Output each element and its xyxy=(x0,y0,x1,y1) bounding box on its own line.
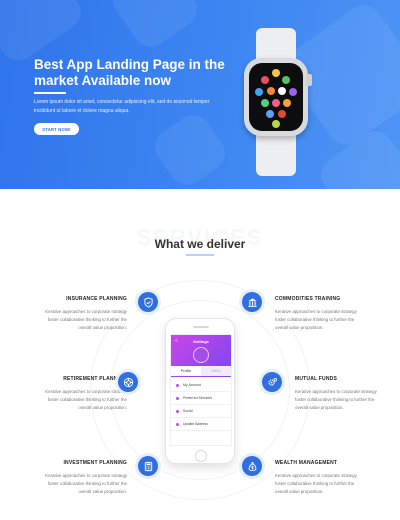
hero-decoration xyxy=(106,0,204,54)
app-icon xyxy=(267,87,275,95)
section-title: What we deliver xyxy=(154,237,246,251)
start-now-button[interactable]: START NOW! xyxy=(34,123,79,135)
app-icon xyxy=(282,76,290,84)
service-title: INVESTMENT PLANNING xyxy=(63,460,127,466)
app-icon xyxy=(283,99,291,107)
app-icon xyxy=(261,99,269,107)
hero-decoration xyxy=(148,108,232,189)
menu-bullet-icon xyxy=(176,383,179,387)
money-bag-icon xyxy=(242,456,262,476)
service-description: Kerative approaches to corporate strateg… xyxy=(275,309,357,330)
hero-description: Lorem ipsum dolor sit amet, consectetur … xyxy=(34,99,210,114)
phone-screen: < Settings Profile Menu My Account Prefe… xyxy=(170,334,232,446)
tab-menu: Menu xyxy=(201,366,231,376)
building-icon xyxy=(242,292,262,312)
menu-label: Social xyxy=(183,409,193,413)
phone-home-button xyxy=(195,450,207,462)
life-ring-icon xyxy=(118,372,138,392)
service-retirement-planning: RETIREMENT PLANNING Kerative approaches … xyxy=(37,376,127,412)
watch-crown xyxy=(306,74,312,86)
service-title: WEALTH MANAGEMENT xyxy=(275,460,338,466)
avatar xyxy=(193,347,209,363)
menu-bullet-icon xyxy=(176,409,179,413)
list-item: Update Address xyxy=(171,418,231,431)
list-item: Preferred Services xyxy=(171,392,231,405)
app-icon xyxy=(278,87,286,95)
service-description: Kerative approaches to corporate strateg… xyxy=(45,389,127,410)
settings-header: < Settings Profile Menu xyxy=(171,335,231,377)
app-icon xyxy=(272,69,280,77)
service-commodities-training: COMMODITIES TRAINING Kerative approaches… xyxy=(275,296,365,332)
cogs-icon xyxy=(262,372,282,392)
app-icon xyxy=(272,99,280,107)
app-icon xyxy=(278,110,286,118)
hero-title: Best App Landing Page in the market Avai… xyxy=(34,57,225,88)
app-icon xyxy=(255,88,263,96)
tab-profile: Profile xyxy=(171,366,201,376)
hero-section: Best App Landing Page in the market Avai… xyxy=(0,0,400,189)
list-item: My Account xyxy=(171,379,231,392)
app-icon xyxy=(261,76,269,84)
service-description: Kerative approaches to corporate strateg… xyxy=(45,309,127,330)
section-title-underline xyxy=(186,254,214,256)
shield-icon xyxy=(138,292,158,312)
menu-label: Preferred Services xyxy=(183,396,212,400)
list-item: Social xyxy=(171,405,231,418)
smartwatch-image xyxy=(234,28,324,178)
watch-screen xyxy=(249,63,303,131)
settings-title: Settings xyxy=(193,339,209,344)
service-investment-planning: INVESTMENT PLANNING Kerative approaches … xyxy=(37,460,127,496)
service-insurance-planning: INSURANCE PLANNING Kerative approaches t… xyxy=(37,296,127,332)
service-description: Kerative approaches to corporate strateg… xyxy=(275,473,357,494)
service-wealth-management: WEALTH MANAGEMENT Kerative approaches to… xyxy=(275,460,365,496)
service-description: Kerative approaches to corporate strateg… xyxy=(295,389,377,410)
app-icon xyxy=(266,110,274,118)
phone-mockup: < Settings Profile Menu My Account Prefe… xyxy=(165,318,235,464)
menu-bullet-icon xyxy=(176,422,179,426)
service-title: MUTUAL FUNDS xyxy=(295,376,338,382)
app-icon xyxy=(272,120,280,128)
menu-label: Update Address xyxy=(183,422,208,426)
service-mutual-funds: MUTUAL FUNDS Kerative approaches to corp… xyxy=(295,376,385,412)
settings-menu: My Account Preferred Services Social Upd… xyxy=(171,379,231,431)
service-description: Kerative approaches to corporate strateg… xyxy=(45,473,127,494)
calculator-icon xyxy=(138,456,158,476)
service-title: RETIREMENT PLANNING xyxy=(63,376,127,382)
service-title: INSURANCE PLANNING xyxy=(66,296,127,302)
profile-tabs: Profile Menu xyxy=(171,366,231,376)
service-title: COMMODITIES TRAINING xyxy=(275,296,341,302)
menu-bullet-icon xyxy=(176,396,179,400)
app-icon xyxy=(289,88,297,96)
menu-label: My Account xyxy=(183,383,202,387)
hero-divider xyxy=(34,92,66,94)
phone-speaker xyxy=(193,326,209,328)
